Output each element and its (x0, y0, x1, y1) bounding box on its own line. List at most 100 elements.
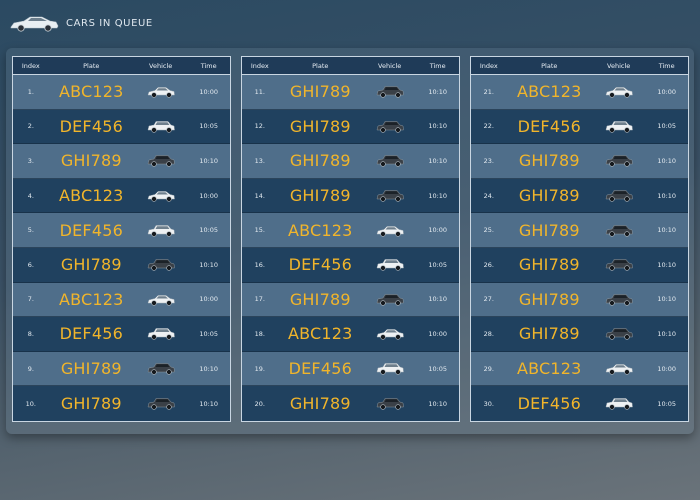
vehicle-cell (363, 119, 417, 134)
white-sedan-icon (147, 87, 175, 98)
row-index: 26. (483, 260, 494, 269)
row-index: 3. (27, 156, 34, 165)
vehicle-cell (134, 119, 188, 134)
row-index: 5. (27, 226, 34, 235)
table-row[interactable]: 4. ABC123 10:00 (13, 178, 230, 214)
row-index: 8. (27, 329, 34, 338)
column-header-index: Index (21, 61, 40, 70)
vehicle-cell (363, 292, 417, 307)
vehicle-cell (592, 326, 646, 341)
table-row[interactable]: 10. GHI789 10:10 (13, 386, 230, 421)
table-row[interactable]: 3. GHI789 10:10 (13, 144, 230, 179)
row-index: 4. (27, 191, 34, 200)
table-row[interactable]: 30. DEF456 10:05 (471, 386, 688, 421)
table-row[interactable]: 15. ABC123 10:00 (242, 213, 459, 248)
license-plate: DEF456 (288, 359, 352, 379)
white-sedan-icon (376, 225, 404, 237)
vehicle-cell (592, 188, 646, 203)
table-row[interactable]: 9. GHI789 10:10 (13, 351, 230, 387)
table-row[interactable]: 22. DEF456 10:05 (471, 109, 688, 145)
white-sedan-icon (605, 364, 633, 375)
license-plate: ABC123 (59, 186, 124, 206)
row-index: 2. (27, 122, 34, 131)
table-row[interactable]: 16. DEF456 10:05 (242, 247, 459, 283)
queue-time: 10:10 (428, 399, 448, 408)
table-row[interactable]: 14. GHI789 10:10 (242, 178, 459, 214)
table-row[interactable]: 5. DEF456 10:05 (13, 213, 230, 248)
row-index: 17. (254, 295, 265, 304)
column-header-time: Time (200, 61, 217, 70)
dark-suv-icon (376, 121, 404, 133)
table-row[interactable]: 28. GHI789 10:10 (471, 317, 688, 352)
row-index: 14. (254, 191, 265, 200)
license-plate: DEF456 (59, 116, 123, 136)
license-plate: GHI789 (60, 359, 122, 379)
queue-time: 10:00 (657, 87, 677, 96)
license-plate: ABC123 (59, 82, 124, 102)
dark-suv-icon (376, 294, 404, 306)
row-index: 12. (254, 122, 265, 131)
table-row[interactable]: 25. GHI789 10:10 (471, 213, 688, 248)
vehicle-cell (363, 361, 417, 376)
dark-suv-icon (605, 328, 633, 341)
row-index: 10. (25, 399, 36, 408)
table-row[interactable]: 12. GHI789 10:10 (242, 109, 459, 145)
column-header-vehicle: Vehicle (607, 61, 631, 70)
table-row[interactable]: 26. GHI789 10:10 (471, 247, 688, 283)
queue-time: 10:10 (657, 226, 677, 235)
vehicle-cell (592, 396, 646, 411)
column-header-plate: Plate (83, 61, 100, 70)
queue-time: 10:10 (428, 295, 448, 304)
queue-time: 10:10 (657, 191, 677, 200)
license-plate: ABC123 (517, 359, 582, 379)
queue-time: 10:10 (657, 295, 677, 304)
license-plate: GHI789 (289, 186, 351, 206)
table-row[interactable]: 23. GHI789 10:10 (471, 144, 688, 179)
table-row[interactable]: 20. GHI789 10:10 (242, 386, 459, 421)
table-row[interactable]: 21. ABC123 10:00 (471, 75, 688, 110)
table-row[interactable]: 2. DEF456 10:05 (13, 109, 230, 145)
queue-time: 10:05 (428, 260, 448, 269)
queue-time: 10:00 (199, 191, 219, 200)
table-body: 1. ABC123 10:00 2. DEF456 10:05 3. GHI789 10:10 4… (13, 75, 230, 421)
queue-time: 10:10 (657, 156, 677, 165)
white-suv-icon (605, 398, 633, 410)
license-plate: GHI789 (518, 324, 580, 344)
white-suv-icon (147, 224, 175, 237)
dark-suv-icon (147, 398, 175, 410)
vehicle-cell (134, 153, 188, 168)
white-suv-icon (605, 121, 633, 133)
row-index: 16. (254, 260, 265, 269)
table-row[interactable]: 19. DEF456 10:05 (242, 351, 459, 387)
vehicle-cell (363, 223, 417, 238)
table-row[interactable]: 7. ABC123 10:00 (13, 282, 230, 318)
queue-time: 10:00 (428, 226, 448, 235)
row-index: 18. (254, 329, 265, 338)
table-row[interactable]: 13. GHI789 10:10 (242, 144, 459, 179)
queue-time: 10:05 (199, 329, 219, 338)
table-body: 21. ABC123 10:00 22. DEF456 10:05 23. GHI789 10:… (471, 75, 688, 421)
table-row[interactable]: 1. ABC123 10:00 (13, 75, 230, 110)
table-row[interactable]: 18. ABC123 10:00 (242, 317, 459, 352)
table-row[interactable]: 11. GHI789 10:10 (242, 75, 459, 110)
vehicle-cell (134, 292, 188, 307)
license-plate: GHI789 (518, 151, 580, 171)
license-plate: GHI789 (289, 394, 351, 414)
table-row[interactable]: 24. GHI789 10:10 (471, 178, 688, 214)
queue-time: 10:00 (428, 329, 448, 338)
dark-suv-icon (376, 190, 404, 202)
table-row[interactable]: 17. GHI789 10:10 (242, 282, 459, 318)
table-row[interactable]: 27. GHI789 10:10 (471, 282, 688, 318)
table-row[interactable]: 8. DEF456 10:05 (13, 317, 230, 352)
row-index: 6. (27, 260, 34, 269)
column-header-plate: Plate (541, 61, 558, 70)
vehicle-cell (592, 223, 646, 238)
table-header: Index Plate Vehicle Time (13, 57, 230, 75)
row-index: 21. (483, 87, 494, 96)
table-row[interactable]: 6. GHI789 10:10 (13, 247, 230, 283)
license-plate: GHI789 (60, 394, 122, 414)
table-row[interactable]: 29. ABC123 10:00 (471, 351, 688, 387)
queue-time: 10:05 (428, 364, 448, 373)
row-index: 11. (254, 87, 265, 96)
queue-time: 10:10 (199, 156, 219, 165)
